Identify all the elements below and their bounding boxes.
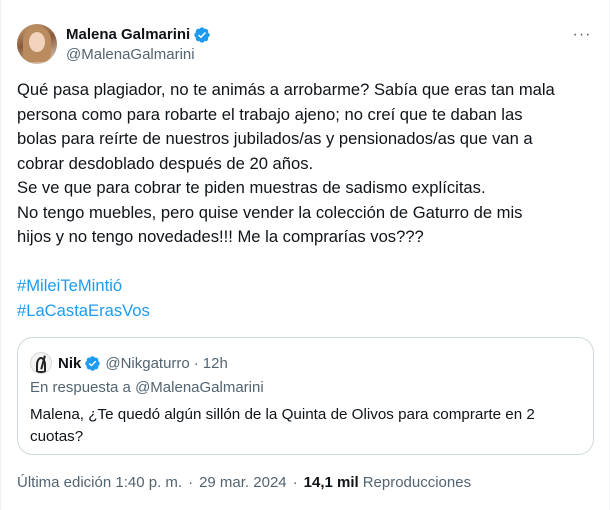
tweet-text-line: bolas para reírte de nuestros jubilados/… bbox=[17, 129, 533, 148]
quoted-separator: · bbox=[193, 354, 199, 372]
hashtag-list: #MileiTeMintió #LaCastaErasVos bbox=[17, 274, 150, 323]
tweet-text: Qué pasa plagiador, no te animás a arrob… bbox=[17, 78, 597, 250]
views-label: Reproducciones bbox=[362, 474, 472, 491]
last-edited-link[interactable]: Última edición 1:40 p. m. bbox=[17, 474, 182, 491]
author-name-row: Malena Galmarini bbox=[66, 26, 211, 44]
verified-badge-icon bbox=[84, 355, 101, 372]
quoted-tweet-text: Malena, ¿Te quedó algún sillón de la Qui… bbox=[30, 404, 580, 448]
author-avatar[interactable] bbox=[17, 24, 57, 64]
tweet-text-line: Qué pasa plagiador, no te animás a arrob… bbox=[17, 80, 555, 99]
more-options-icon[interactable]: ··· bbox=[571, 24, 593, 46]
quoted-tweet-header: Nik @Nikgaturro · 12h bbox=[30, 352, 228, 374]
author-handle[interactable]: @MalenaGalmarini bbox=[66, 46, 211, 63]
reply-context: En respuesta a @MalenaGalmarini bbox=[30, 379, 264, 396]
reply-mention[interactable]: @MalenaGalmarini bbox=[135, 379, 264, 396]
tweet-text-line: hijos y no tengo novedades!!! Me la comp… bbox=[17, 227, 424, 246]
quoted-timestamp[interactable]: 12h bbox=[203, 355, 228, 372]
hashtag-link[interactable]: #LaCastaErasVos bbox=[17, 299, 150, 324]
tweet-card: Malena Galmarini @MalenaGalmarini ··· Qu… bbox=[0, 0, 610, 510]
tweet-text-line: No tengo muebles, pero quise vender la c… bbox=[17, 202, 523, 222]
avatar-face bbox=[29, 32, 45, 52]
tweet-date[interactable]: 29 mar. 2024 bbox=[199, 474, 287, 491]
meta-separator: · bbox=[188, 474, 194, 491]
verified-badge-icon bbox=[193, 26, 211, 44]
reply-prefix: En respuesta a bbox=[30, 379, 131, 396]
author-names: Malena Galmarini @MalenaGalmarini bbox=[66, 26, 211, 63]
quoted-author-avatar[interactable] bbox=[30, 352, 52, 374]
tweet-text-line: persona como para robarte el trabajo aje… bbox=[17, 104, 523, 124]
quoted-text-line: Malena, ¿Te quedó algún sillón de la Qui… bbox=[30, 406, 535, 423]
tweet-metadata: Última edición 1:40 p. m. · 29 mar. 2024… bbox=[17, 474, 471, 491]
tweet-text-line: cobrar desdoblado después de 20 años. bbox=[17, 153, 314, 173]
author-display-name[interactable]: Malena Galmarini bbox=[66, 26, 190, 43]
quoted-author-name[interactable]: Nik bbox=[58, 355, 81, 372]
quoted-tweet[interactable]: Nik @Nikgaturro · 12h En respuesta a @Ma… bbox=[17, 337, 594, 455]
quoted-author-handle[interactable]: @Nikgaturro bbox=[105, 355, 189, 372]
quoted-text-line: cuotas? bbox=[30, 428, 84, 445]
hashtag-link[interactable]: #MileiTeMintió bbox=[17, 274, 150, 299]
meta-separator: · bbox=[292, 474, 298, 491]
tweet-text-line: Se ve que para cobrar te piden muestras … bbox=[17, 178, 486, 197]
views-count: 14,1 mil bbox=[303, 474, 359, 491]
tweet-header: Malena Galmarini @MalenaGalmarini ··· bbox=[17, 20, 593, 68]
